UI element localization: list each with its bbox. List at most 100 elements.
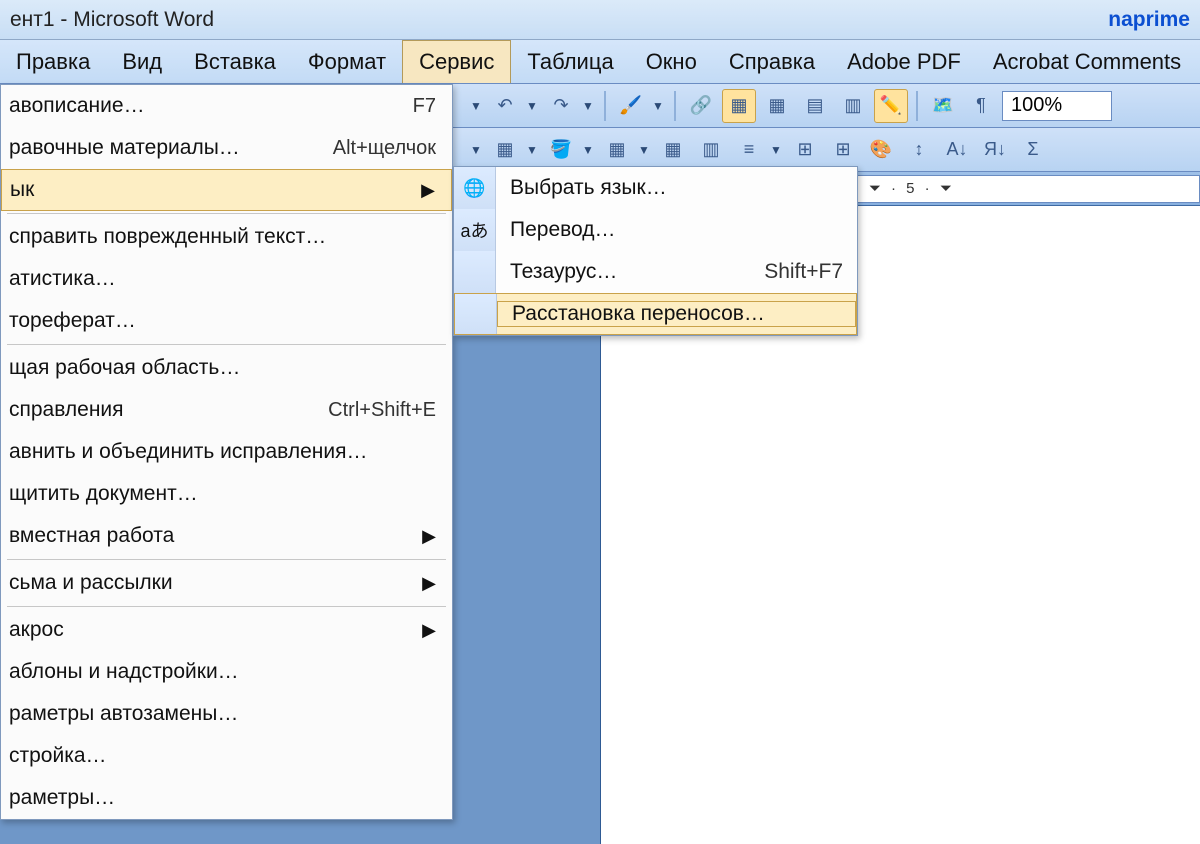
- link-button[interactable]: 🔗: [684, 89, 718, 123]
- menu-item-label: авнить и объединить исправления…: [9, 440, 436, 464]
- submenu-label: Тезаурус…: [510, 260, 617, 284]
- doc-map-button[interactable]: 🗺️: [926, 89, 960, 123]
- menu-item-label: справить поврежденный текст…: [9, 225, 436, 249]
- split-cells-button[interactable]: ▥: [694, 133, 728, 167]
- menu-insert[interactable]: Вставка: [178, 40, 292, 83]
- menu-item-label: равочные материалы…: [9, 136, 313, 160]
- menu-help[interactable]: Справка: [713, 40, 831, 83]
- menu-acrobat-comments[interactable]: Acrobat Comments: [977, 40, 1197, 83]
- text-direction-button[interactable]: ↕: [902, 133, 936, 167]
- menu-item-label: сьма и рассылки: [9, 571, 422, 595]
- menu-item-ык[interactable]: ык▶: [1, 169, 452, 211]
- fill-color-button[interactable]: 🪣: [544, 133, 578, 167]
- menu-service[interactable]: Сервис: [402, 40, 511, 83]
- menu-format[interactable]: Формат: [292, 40, 402, 83]
- submenu-arrow-icon: ▶: [422, 573, 436, 594]
- submenu-label: Расстановка переносов…: [512, 302, 765, 326]
- menu-item-label: вместная работа: [9, 524, 422, 548]
- submenu-icon: aあ: [454, 209, 496, 251]
- menu-item-авописание-[interactable]: авописание… F7: [1, 85, 452, 127]
- insert-table-button-2[interactable]: ▦: [600, 133, 634, 167]
- watermark-brand: naprime: [1108, 8, 1190, 32]
- menu-item-справления[interactable]: справления Ctrl+Shift+E: [1, 389, 452, 431]
- menu-item-атистика-[interactable]: атистика…: [1, 258, 452, 300]
- menu-item-label: раметры автозамены…: [9, 702, 436, 726]
- menu-item-label: справления: [9, 398, 308, 422]
- menu-item-авнить-и-объединить-исправления-[interactable]: авнить и объединить исправления…: [1, 431, 452, 473]
- pilcrow-button[interactable]: ¶: [964, 89, 998, 123]
- menu-item-label: авописание…: [9, 94, 393, 118]
- border-style-button[interactable]: ▦: [488, 133, 522, 167]
- insert-table-button[interactable]: ▦: [760, 89, 794, 123]
- merge-cells-button[interactable]: ▦: [656, 133, 690, 167]
- distribute-rows-button[interactable]: ⊞: [788, 133, 822, 167]
- menu-edit[interactable]: Правка: [0, 40, 106, 83]
- menu-item-равочные-материалы-[interactable]: равочные материалы… Alt+щелчок: [1, 127, 452, 169]
- drawing-button[interactable]: ✏️: [874, 89, 908, 123]
- excel-button[interactable]: ▤: [798, 89, 832, 123]
- columns-button[interactable]: ▥: [836, 89, 870, 123]
- menu-adobe-pdf[interactable]: Adobe PDF: [831, 40, 977, 83]
- menu-separator: [7, 213, 446, 214]
- menu-bar: Правка Вид Вставка Формат Сервис Таблица…: [0, 40, 1200, 84]
- menu-table[interactable]: Таблица: [511, 40, 629, 83]
- menu-item-label: аблоны и надстройки…: [9, 660, 436, 684]
- submenu-arrow-icon: ▶: [421, 180, 435, 201]
- menu-item-shortcut: Ctrl+Shift+E: [328, 399, 436, 422]
- redo-button[interactable]: ↷: [544, 89, 578, 123]
- zoom-field[interactable]: 100%: [1002, 91, 1112, 121]
- sort-asc-button[interactable]: A↓: [940, 133, 974, 167]
- menu-item-аблоны-и-надстройки-[interactable]: аблоны и надстройки…: [1, 651, 452, 693]
- menu-item-стройка-[interactable]: стройка…: [1, 735, 452, 777]
- menu-item-тореферат-[interactable]: тореферат…: [1, 300, 452, 342]
- menu-item-label: раметры…: [9, 786, 436, 810]
- menu-item-label: стройка…: [9, 744, 436, 768]
- menu-separator: [7, 344, 446, 345]
- submenu-item-тезаурус-[interactable]: Тезаурус… Shift+F7: [454, 251, 857, 293]
- undo-button[interactable]: ↶: [488, 89, 522, 123]
- submenu-icon: [454, 251, 496, 293]
- submenu-arrow-icon: ▶: [422, 526, 436, 547]
- submenu-item-расстановка-переносов-[interactable]: Расстановка переносов…: [454, 293, 857, 335]
- autosum-button[interactable]: Σ: [1016, 133, 1050, 167]
- submenu-shortcut: Shift+F7: [764, 260, 843, 284]
- menu-view[interactable]: Вид: [106, 40, 178, 83]
- menu-item-label: атистика…: [9, 267, 436, 291]
- menu-item-раметры-[interactable]: раметры…: [1, 777, 452, 819]
- window-title: ент1 - Microsoft Word: [10, 8, 214, 32]
- menu-item-shortcut: Alt+щелчок: [333, 137, 436, 160]
- tables-borders-button[interactable]: ▦: [722, 89, 756, 123]
- language-submenu: 🌐 Выбрать язык… aあ Перевод… Тезаурус… Shift+F…: [453, 166, 858, 336]
- menu-item-акрос[interactable]: акрос▶: [1, 609, 452, 651]
- menu-window[interactable]: Окно: [630, 40, 713, 83]
- submenu-icon: 🌐: [454, 167, 496, 209]
- menu-item-щитить-документ-[interactable]: щитить документ…: [1, 473, 452, 515]
- menu-item-справить-поврежденный-текст-[interactable]: справить поврежденный текст…: [1, 216, 452, 258]
- menu-item-label: щитить документ…: [9, 482, 436, 506]
- menu-separator: [7, 559, 446, 560]
- autoformat-button[interactable]: 🎨: [864, 133, 898, 167]
- menu-item-label: ык: [10, 178, 421, 202]
- menu-item-label: акрос: [9, 618, 422, 642]
- menu-item-раметры-автозамены-[interactable]: раметры автозамены…: [1, 693, 452, 735]
- submenu-label: Перевод…: [510, 218, 616, 242]
- submenu-item-выбрать-язык-[interactable]: 🌐 Выбрать язык…: [454, 167, 857, 209]
- title-bar: ент1 - Microsoft Word naprime: [0, 0, 1200, 40]
- menu-separator: [7, 606, 446, 607]
- menu-item-shortcut: F7: [413, 95, 436, 118]
- submenu-icon: [455, 294, 497, 334]
- menu-item-label: тореферат…: [9, 309, 436, 333]
- menu-item-label: щая рабочая область…: [9, 356, 436, 380]
- submenu-arrow-icon: ▶: [422, 620, 436, 641]
- submenu-label: Выбрать язык…: [510, 176, 667, 200]
- brush-button[interactable]: 🖌️: [614, 89, 648, 123]
- submenu-item-перевод-[interactable]: aあ Перевод…: [454, 209, 857, 251]
- menu-item-сьма-и-рассылки[interactable]: сьма и рассылки▶: [1, 562, 452, 604]
- menu-item-вместная-работа[interactable]: вместная работа▶: [1, 515, 452, 557]
- align-button[interactable]: ≡: [732, 133, 766, 167]
- menu-item-щая-рабочая-область-[interactable]: щая рабочая область…: [1, 347, 452, 389]
- toolbar-dropdown-icon[interactable]: ▼: [470, 99, 480, 113]
- sort-desc-button[interactable]: Я↓: [978, 133, 1012, 167]
- distribute-cols-button[interactable]: ⊞: [826, 133, 860, 167]
- service-menu-dropdown: авописание… F7 равочные материалы… Alt+щелч…: [0, 84, 453, 820]
